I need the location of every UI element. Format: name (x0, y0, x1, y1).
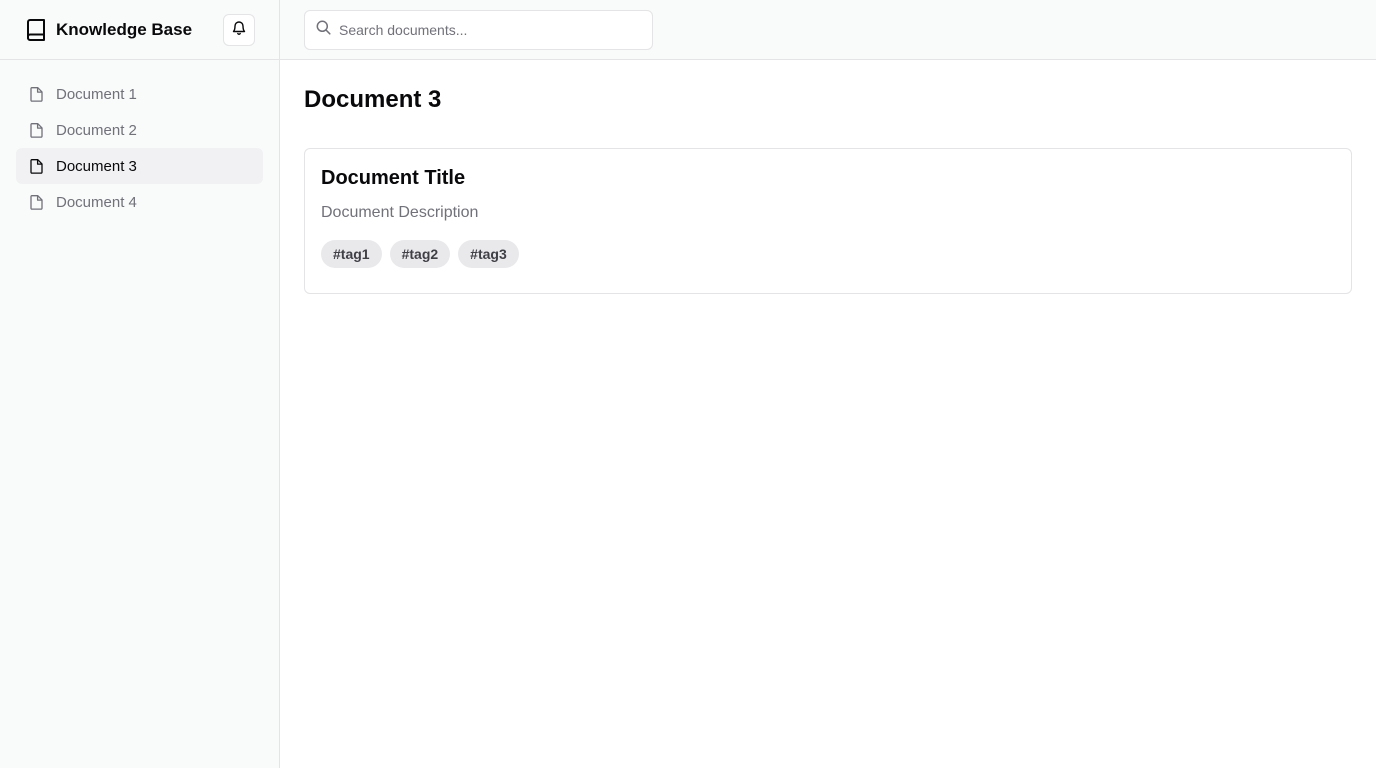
document-content: Document 3 Document Title Document Descr… (280, 60, 1376, 318)
file-icon (30, 122, 44, 138)
search-input[interactable] (339, 21, 641, 38)
document-title: Document Title (321, 167, 466, 189)
topbar (280, 0, 1376, 60)
sidebar-item-label: Document 4 (56, 193, 137, 211)
tag-chip[interactable]: #tag3 (458, 240, 519, 268)
sidebar-item-document-2[interactable]: Document 2 (16, 112, 263, 148)
sidebar-item-document-4[interactable]: Document 4 (16, 184, 263, 220)
brand-title: Knowledge Base (56, 19, 193, 39)
document-description: Document Description (321, 204, 479, 221)
sidebar-header: Knowledge Base (0, 0, 279, 60)
main-area: Document 3 Document Title Document Descr… (280, 0, 1376, 768)
sidebar-item-label: Document 3 (56, 157, 137, 175)
tag-list: #tag1 #tag2 #tag3 (321, 240, 1335, 268)
sidebar-item-document-1[interactable]: Document 1 (16, 76, 263, 112)
app-shell: Knowledge Base Document 1 Document 2 Doc… (0, 0, 1376, 768)
file-icon (30, 194, 44, 210)
file-icon (30, 86, 44, 102)
document-nav: Document 1 Document 2 Document 3 Documen… (0, 60, 279, 236)
sidebar-item-label: Document 2 (56, 121, 137, 139)
tag-chip[interactable]: #tag1 (321, 240, 382, 268)
search-box[interactable] (304, 9, 653, 50)
search-icon (316, 20, 331, 40)
tag-chip[interactable]: #tag2 (389, 240, 451, 268)
book-icon (26, 18, 46, 41)
notifications-button[interactable] (223, 13, 255, 46)
sidebar-item-label: Document 1 (56, 85, 137, 103)
sidebar-item-document-3[interactable]: Document 3 (16, 148, 263, 184)
brand: Knowledge Base (26, 18, 193, 41)
page-title: Document 3 (304, 86, 442, 113)
file-icon (30, 158, 44, 174)
sidebar: Knowledge Base Document 1 Document 2 Doc… (0, 0, 280, 768)
bell-icon (232, 20, 246, 40)
document-card: Document Title Document Description #tag… (304, 148, 1352, 294)
